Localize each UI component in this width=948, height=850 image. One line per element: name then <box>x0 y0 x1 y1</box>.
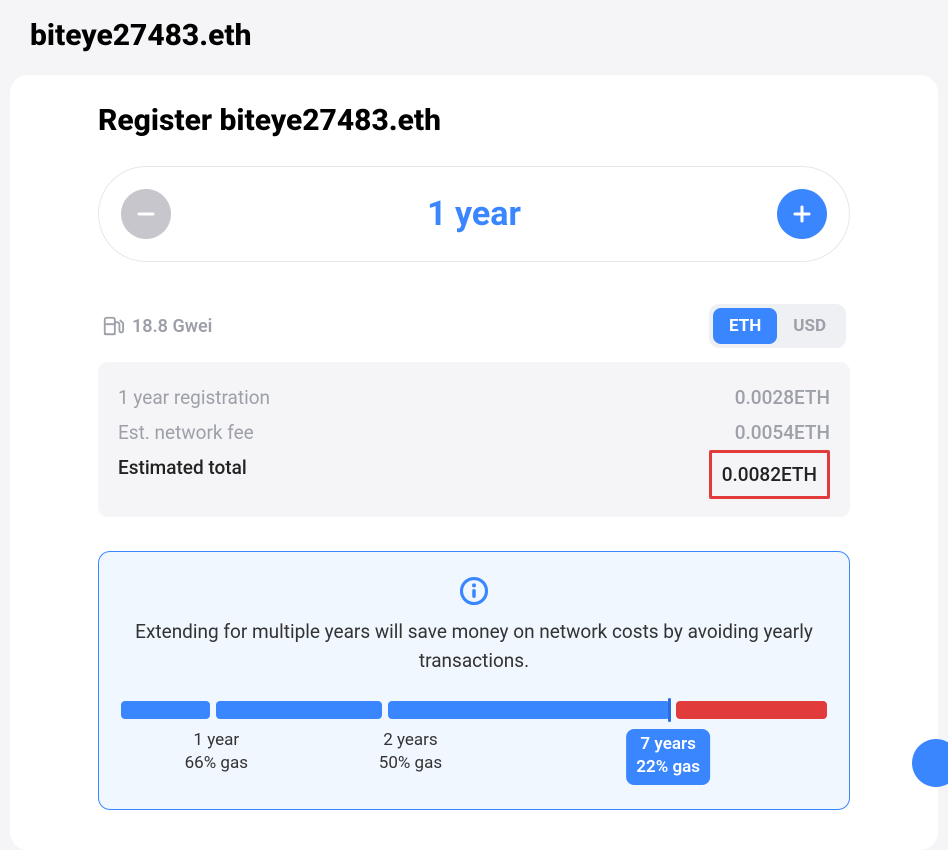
info-icon <box>459 576 489 606</box>
savings-label-gas: 50% gas <box>379 752 442 775</box>
info-message: Extending for multiple years will save m… <box>121 618 827 675</box>
savings-label: 1 year66% gas <box>185 729 248 775</box>
fee-label: 1 year registration <box>118 380 270 415</box>
savings-info-box: Extending for multiple years will save m… <box>98 551 850 810</box>
register-card: Register biteye27483.eth 1 year 18.8 Gwe… <box>10 75 938 850</box>
gas-row: 18.8 Gwei ETH USD <box>98 304 850 348</box>
currency-eth-option[interactable]: ETH <box>713 308 777 344</box>
plus-icon <box>790 202 814 226</box>
savings-label-gas: 66% gas <box>185 752 248 775</box>
gas-price: 18.8 Gwei <box>102 315 212 337</box>
savings-label-duration: 2 years <box>383 730 438 750</box>
duration-value: 1 year <box>427 194 521 234</box>
savings-label-highlighted: 7 years22% gas <box>626 729 710 785</box>
increment-button[interactable] <box>777 189 827 239</box>
fee-total-value: 0.0082ETH <box>709 450 830 499</box>
fee-value: 0.0054ETH <box>735 415 830 450</box>
savings-labels: 1 year66% gas 2 years50% gas 7 years22% ga… <box>121 729 827 787</box>
fee-row-registration: 1 year registration 0.0028ETH <box>118 380 830 415</box>
duration-selector: 1 year <box>98 166 850 262</box>
savings-label-duration: 1 year <box>193 730 239 750</box>
savings-label-duration: 7 years <box>640 734 695 754</box>
card-title: Register biteye27483.eth <box>98 103 850 138</box>
savings-bar-segment <box>121 701 210 719</box>
decrement-button[interactable] <box>121 189 171 239</box>
savings-label-gas: 22% gas <box>636 756 700 779</box>
fee-row-total: Estimated total 0.0082ETH <box>118 450 830 499</box>
gas-price-value: 18.8 Gwei <box>132 316 212 337</box>
fee-label: Estimated total <box>118 450 247 499</box>
page-header: biteye27483.eth <box>0 0 948 75</box>
fee-breakdown: 1 year registration 0.0028ETH Est. netwo… <box>98 362 850 517</box>
info-icon-wrap <box>121 576 827 606</box>
savings-bar <box>121 701 827 719</box>
savings-bar-segment <box>676 701 827 719</box>
savings-bar-segment <box>216 701 381 719</box>
domain-title: biteye27483.eth <box>30 18 918 53</box>
savings-pointer <box>668 698 671 722</box>
savings-label: 2 years50% gas <box>379 729 442 775</box>
savings-bar-segment <box>388 701 670 719</box>
fee-label: Est. network fee <box>118 415 254 450</box>
fee-value: 0.0028ETH <box>735 380 830 415</box>
gas-pump-icon <box>102 315 124 337</box>
fee-row-network: Est. network fee 0.0054ETH <box>118 415 830 450</box>
currency-toggle: ETH USD <box>709 304 846 348</box>
currency-usd-option[interactable]: USD <box>777 308 842 344</box>
minus-icon <box>134 202 158 226</box>
